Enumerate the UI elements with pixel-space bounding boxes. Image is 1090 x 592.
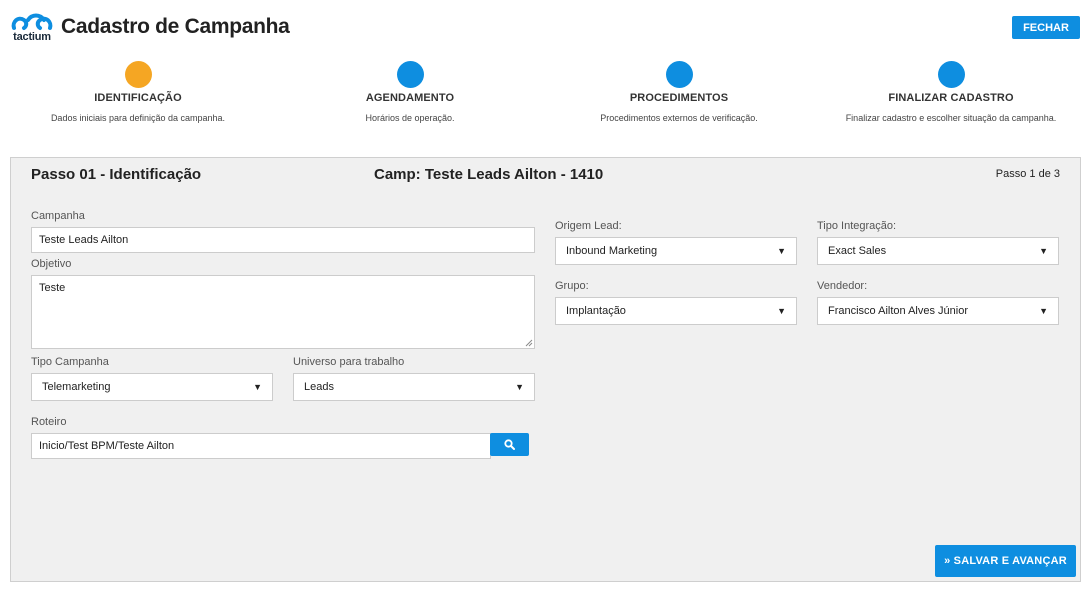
grupo-value: Implantação (566, 305, 626, 317)
universo-label: Universo para trabalho (293, 356, 405, 368)
resize-grip-icon[interactable] (525, 339, 533, 347)
step-dot[interactable] (937, 61, 965, 88)
caret-down-icon: ▼ (515, 382, 524, 392)
campaign-heading: Camp: Teste Leads Ailton - 1410 (374, 166, 604, 183)
tipo-integracao-label: Tipo Integração: (817, 220, 897, 232)
step-description: Horários de operação. (365, 113, 455, 123)
step-title: PROCEDIMENTOS (629, 92, 729, 104)
origem-lead-select[interactable]: Inbound Marketing ▼ (555, 237, 797, 265)
step-title: FINALIZAR CADASTRO (888, 92, 1014, 104)
roteiro-input[interactable]: Inicio/Test BPM/Teste Ailton (31, 433, 491, 459)
tactium-logo-icon (11, 13, 53, 30)
step-title: IDENTIFICAÇÃO (94, 92, 182, 104)
universo-value: Leads (304, 381, 334, 393)
tipo-integracao-value: Exact Sales (828, 245, 887, 257)
vendedor-value: Francisco Ailton Alves Júnior (828, 305, 969, 317)
objetivo-value: Teste (39, 282, 66, 294)
page-title: Cadastro de Campanha (61, 15, 290, 38)
tipo-campanha-select[interactable]: Telemarketing ▼ (31, 373, 273, 401)
save-and-next-button[interactable]: » SALVAR E AVANÇAR (935, 545, 1076, 577)
step-title: AGENDAMENTO (365, 92, 455, 104)
form-panel: Passo 01 - Identificação Camp: Teste Lea… (10, 157, 1081, 582)
panel-title: Passo 01 - Identificação (31, 166, 202, 183)
roteiro-label: Roteiro (31, 416, 67, 428)
origem-lead-value: Inbound Marketing (566, 245, 658, 257)
step-dot[interactable] (396, 61, 424, 88)
step-description: Finalizar cadastro e escolher situação d… (845, 113, 1057, 123)
step-finalizar-cadastro[interactable]: FINALIZAR CADASTRO Finalizar cadastro e … (817, 61, 1085, 123)
tactium-logo: tactium (10, 12, 54, 43)
tipo-campanha-value: Telemarketing (42, 381, 111, 393)
grupo-label: Grupo: (555, 280, 589, 292)
caret-down-icon: ▼ (1039, 306, 1048, 316)
logo-text: tactium (13, 31, 51, 43)
roteiro-search-button[interactable] (490, 433, 529, 456)
grupo-select[interactable]: Implantação ▼ (555, 297, 797, 325)
objetivo-textarea[interactable]: Teste (31, 275, 535, 349)
step-procedimentos[interactable]: PROCEDIMENTOS Procedimentos externos de … (545, 61, 813, 123)
caret-down-icon: ▼ (777, 246, 786, 256)
step-dot[interactable] (665, 61, 693, 88)
step-counter: Passo 1 de 3 (995, 168, 1060, 180)
campanha-label: Campanha (31, 210, 85, 222)
tipo-campanha-label: Tipo Campanha (31, 356, 109, 368)
caret-down-icon: ▼ (1039, 246, 1048, 256)
step-identificacao[interactable]: IDENTIFICAÇÃO Dados iniciais para defini… (4, 61, 272, 123)
vendedor-select[interactable]: Francisco Ailton Alves Júnior ▼ (817, 297, 1059, 325)
caret-down-icon: ▼ (777, 306, 786, 316)
search-icon (504, 439, 515, 450)
tipo-integracao-select[interactable]: Exact Sales ▼ (817, 237, 1059, 265)
caret-down-icon: ▼ (253, 382, 262, 392)
vendedor-label: Vendedor: (817, 280, 868, 292)
universo-select[interactable]: Leads ▼ (293, 373, 535, 401)
origem-lead-label: Origem Lead: (555, 220, 622, 232)
step-agendamento[interactable]: AGENDAMENTO Horários de operação. (276, 61, 544, 123)
step-dot[interactable] (124, 61, 152, 88)
step-description: Dados iniciais para definição da campanh… (50, 113, 226, 123)
objetivo-label: Objetivo (31, 258, 72, 270)
campanha-input[interactable]: Teste Leads Ailton (31, 227, 535, 253)
close-button[interactable]: FECHAR (1012, 16, 1080, 39)
step-description: Procedimentos externos de verificação. (600, 113, 758, 123)
